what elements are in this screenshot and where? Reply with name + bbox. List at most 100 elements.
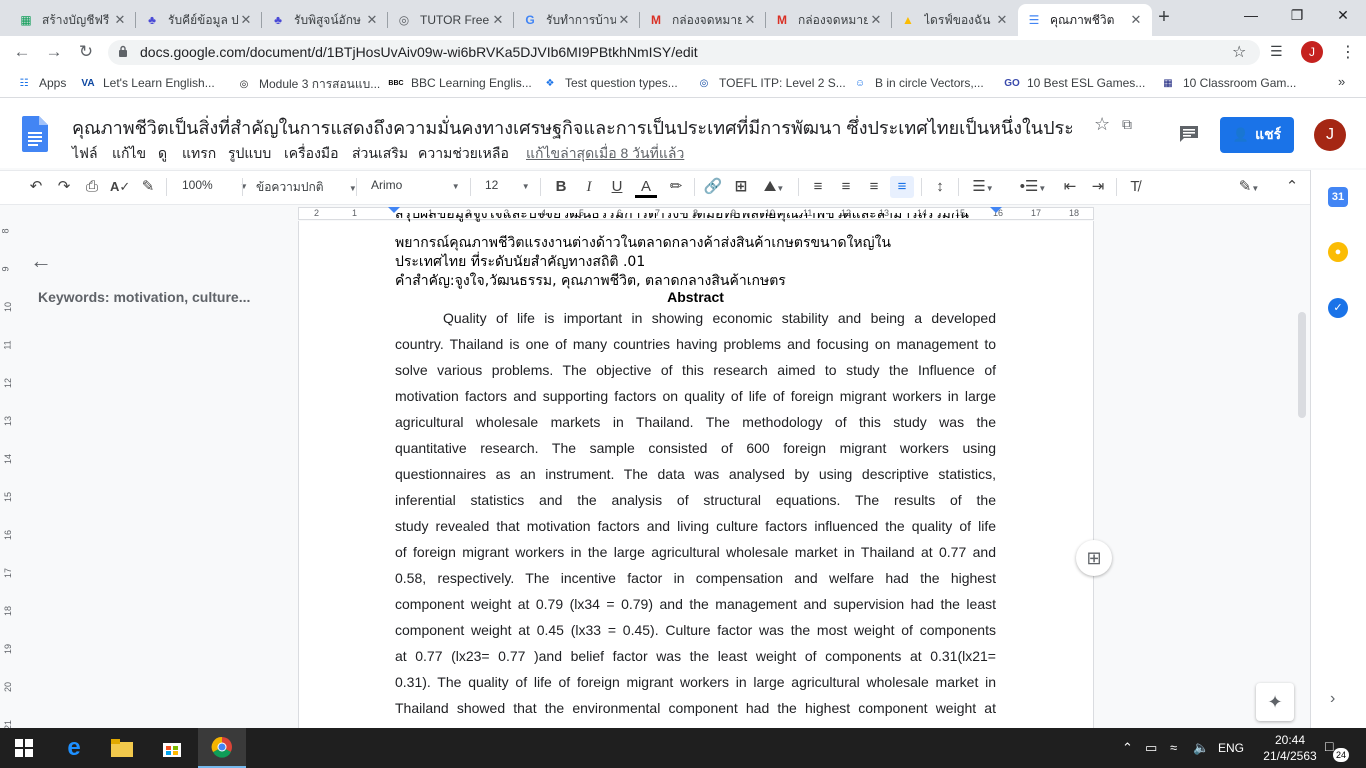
menu-help[interactable]: ความช่วยเหลือ <box>418 143 509 165</box>
insert-image-icon[interactable]: ⛰▼ <box>759 176 789 198</box>
zoom-select[interactable]: 100% ▼ <box>182 178 248 192</box>
tab-6[interactable]: M กล่องจดหมาย ✕ <box>640 4 766 36</box>
maximize-button[interactable]: ❐ <box>1274 0 1320 32</box>
bookmark-star-icon[interactable]: ☆ <box>1232 42 1246 62</box>
reload-button[interactable]: ↻ <box>74 42 98 64</box>
tab-7[interactable]: M กล่องจดหมาย ✕ <box>766 4 892 36</box>
close-tab-icon[interactable]: ✕ <box>364 12 380 28</box>
menu-format[interactable]: รูปแบบ <box>228 143 271 165</box>
chrome-icon[interactable] <box>198 728 246 768</box>
decrease-indent-icon[interactable]: ⇤ <box>1060 176 1080 198</box>
browser-menu-icon[interactable]: ⋮ <box>1340 42 1356 62</box>
tab-8[interactable]: ▲ ไดรฟ์ของฉัน ✕ <box>892 4 1018 36</box>
tray-expand-icon[interactable]: ⌃ <box>1122 740 1133 756</box>
close-tab-icon[interactable]: ✕ <box>112 12 128 28</box>
editing-mode-icon[interactable]: ✎▼ <box>1233 176 1265 198</box>
explore-button[interactable]: ✦ <box>1256 683 1294 721</box>
tab-1[interactable]: ▦ สร้างบัญชีฟรี ✕ <box>10 4 136 36</box>
bookmark-item[interactable]: ☺ B in circle Vectors,... <box>852 75 984 91</box>
windows-start-icon[interactable] <box>0 728 48 768</box>
font-select[interactable]: Arimo ▼ <box>371 178 460 192</box>
tab-2[interactable]: ♣ รับคีย์ข้อมูล ป ✕ <box>136 4 262 36</box>
share-button[interactable]: 👤 แชร์ <box>1220 117 1294 153</box>
bookmark-item[interactable]: GO 10 Best ESL Games... <box>1004 75 1145 91</box>
close-tab-icon[interactable]: ✕ <box>1128 12 1144 28</box>
print-icon[interactable]: ⎙ <box>82 176 102 198</box>
align-right-icon[interactable]: ≡ <box>864 176 884 198</box>
menu-insert[interactable]: แทรก <box>182 143 216 165</box>
undo-icon[interactable]: ↶ <box>26 176 46 198</box>
edge-icon[interactable]: e <box>50 728 98 768</box>
bookmark-item[interactable]: ◎ TOEFL ITP: Level 2 S... <box>696 75 846 91</box>
move-to-folder-icon[interactable]: ⧉ <box>1122 116 1132 133</box>
tasks-icon[interactable]: ✓ <box>1328 298 1348 318</box>
media-control-icon[interactable]: ☰ <box>1270 43 1283 60</box>
tab-5[interactable]: G รับทำการบ้าน ✕ <box>514 4 640 36</box>
bold-icon[interactable]: B <box>552 176 570 198</box>
bookmark-item[interactable]: BBC BBC Learning Englis... <box>388 75 531 91</box>
redo-icon[interactable]: ↷ <box>54 176 74 198</box>
volume-icon[interactable]: 🔈 <box>1193 740 1209 756</box>
calendar-icon[interactable]: 31 <box>1328 187 1348 207</box>
wifi-icon[interactable]: ≈ <box>1170 740 1177 755</box>
clear-formatting-icon[interactable]: T̸ <box>1125 176 1145 198</box>
underline-icon[interactable]: U <box>608 176 626 198</box>
close-tab-icon[interactable]: ✕ <box>742 12 758 28</box>
menu-tools[interactable]: เครื่องมือ <box>284 143 339 165</box>
close-tab-icon[interactable]: ✕ <box>616 12 632 28</box>
close-tab-icon[interactable]: ✕ <box>490 12 506 28</box>
more-bookmarks-icon[interactable]: » <box>1338 74 1345 89</box>
tab-3[interactable]: ♣ รับพิสูจน์อักษ ✕ <box>262 4 388 36</box>
text-color-icon[interactable]: A <box>635 176 657 198</box>
store-icon[interactable] <box>148 728 196 768</box>
battery-icon[interactable]: ▭ <box>1145 740 1157 756</box>
align-left-icon[interactable]: ≡ <box>808 176 828 198</box>
file-explorer-icon[interactable] <box>98 728 146 768</box>
justify-icon[interactable]: ≡ <box>890 176 914 198</box>
line-spacing-icon[interactable]: ↕ <box>930 176 950 198</box>
menu-view[interactable]: ดู <box>158 143 167 165</box>
document-title[interactable]: คุณภาพชีวิตเป็นสิ่งที่สำคัญในการแสดงถึงค… <box>72 113 1072 142</box>
bulleted-list-icon[interactable]: •☰▼ <box>1014 176 1052 198</box>
italic-icon[interactable]: I <box>580 176 598 198</box>
style-select[interactable]: ข้อความปกติ ▼ <box>256 178 357 197</box>
last-edit-link[interactable]: แก้ไขล่าสุดเมื่อ 8 วันที่แล้ว <box>526 143 684 165</box>
close-tab-icon[interactable]: ✕ <box>868 12 884 28</box>
insert-link-icon[interactable]: 🔗 <box>703 176 723 198</box>
menu-file[interactable]: ไฟล์ <box>72 143 98 165</box>
bookmark-item[interactable]: VA Let's Learn English... <box>80 75 214 91</box>
new-tab-button[interactable]: + <box>1152 6 1176 30</box>
add-comment-icon[interactable]: ⊞ <box>731 176 751 198</box>
forward-button[interactable]: → <box>42 42 66 64</box>
expand-panel-icon[interactable]: › <box>1330 690 1335 708</box>
numbered-list-icon[interactable]: ☰▼ <box>968 176 998 198</box>
close-tab-icon[interactable]: ✕ <box>238 12 254 28</box>
user-avatar[interactable]: J <box>1314 119 1346 151</box>
hide-menus-icon[interactable]: ⌃ <box>1282 176 1302 198</box>
bookmark-item[interactable]: ▦ 10 Classroom Gam... <box>1160 75 1296 91</box>
highlight-color-icon[interactable]: ✏ <box>666 176 686 198</box>
star-icon[interactable]: ☆ <box>1094 114 1110 135</box>
outline-heading[interactable]: Keywords: motivation, culture... <box>38 289 250 305</box>
menu-edit[interactable]: แก้ไข <box>112 143 146 165</box>
keep-icon[interactable]: ● <box>1328 242 1348 262</box>
close-outline-icon[interactable]: ← <box>30 248 52 274</box>
tab-4[interactable]: ◎ TUTOR Free ✕ <box>388 4 514 36</box>
font-size-select[interactable]: 12 ▼ <box>485 178 530 192</box>
minimize-button[interactable]: — <box>1228 0 1274 32</box>
bookmark-item[interactable]: ❖ Test question types... <box>542 75 678 91</box>
input-language[interactable]: ENG <box>1218 741 1244 755</box>
clock[interactable]: 20:44 21/4/2563 <box>1262 732 1318 764</box>
close-tab-icon[interactable]: ✕ <box>994 12 1010 28</box>
comments-icon[interactable] <box>1178 124 1200 144</box>
spellcheck-icon[interactable]: A✓ <box>110 176 130 198</box>
add-comment-button[interactable]: ⊞ <box>1076 540 1112 576</box>
bookmark-item[interactable]: ◎ Module 3 การสอนแบ... <box>236 75 381 94</box>
tab-9[interactable]: ☰ คุณภาพชีวิต ✕ <box>1018 4 1152 36</box>
scrollbar-thumb[interactable] <box>1298 312 1306 418</box>
bookmark-item[interactable]: ☷ Apps <box>16 75 67 91</box>
close-window-button[interactable]: ✕ <box>1320 0 1366 32</box>
increase-indent-icon[interactable]: ⇥ <box>1088 176 1108 198</box>
docs-logo-icon[interactable] <box>22 116 48 152</box>
align-center-icon[interactable]: ≡ <box>836 176 856 198</box>
